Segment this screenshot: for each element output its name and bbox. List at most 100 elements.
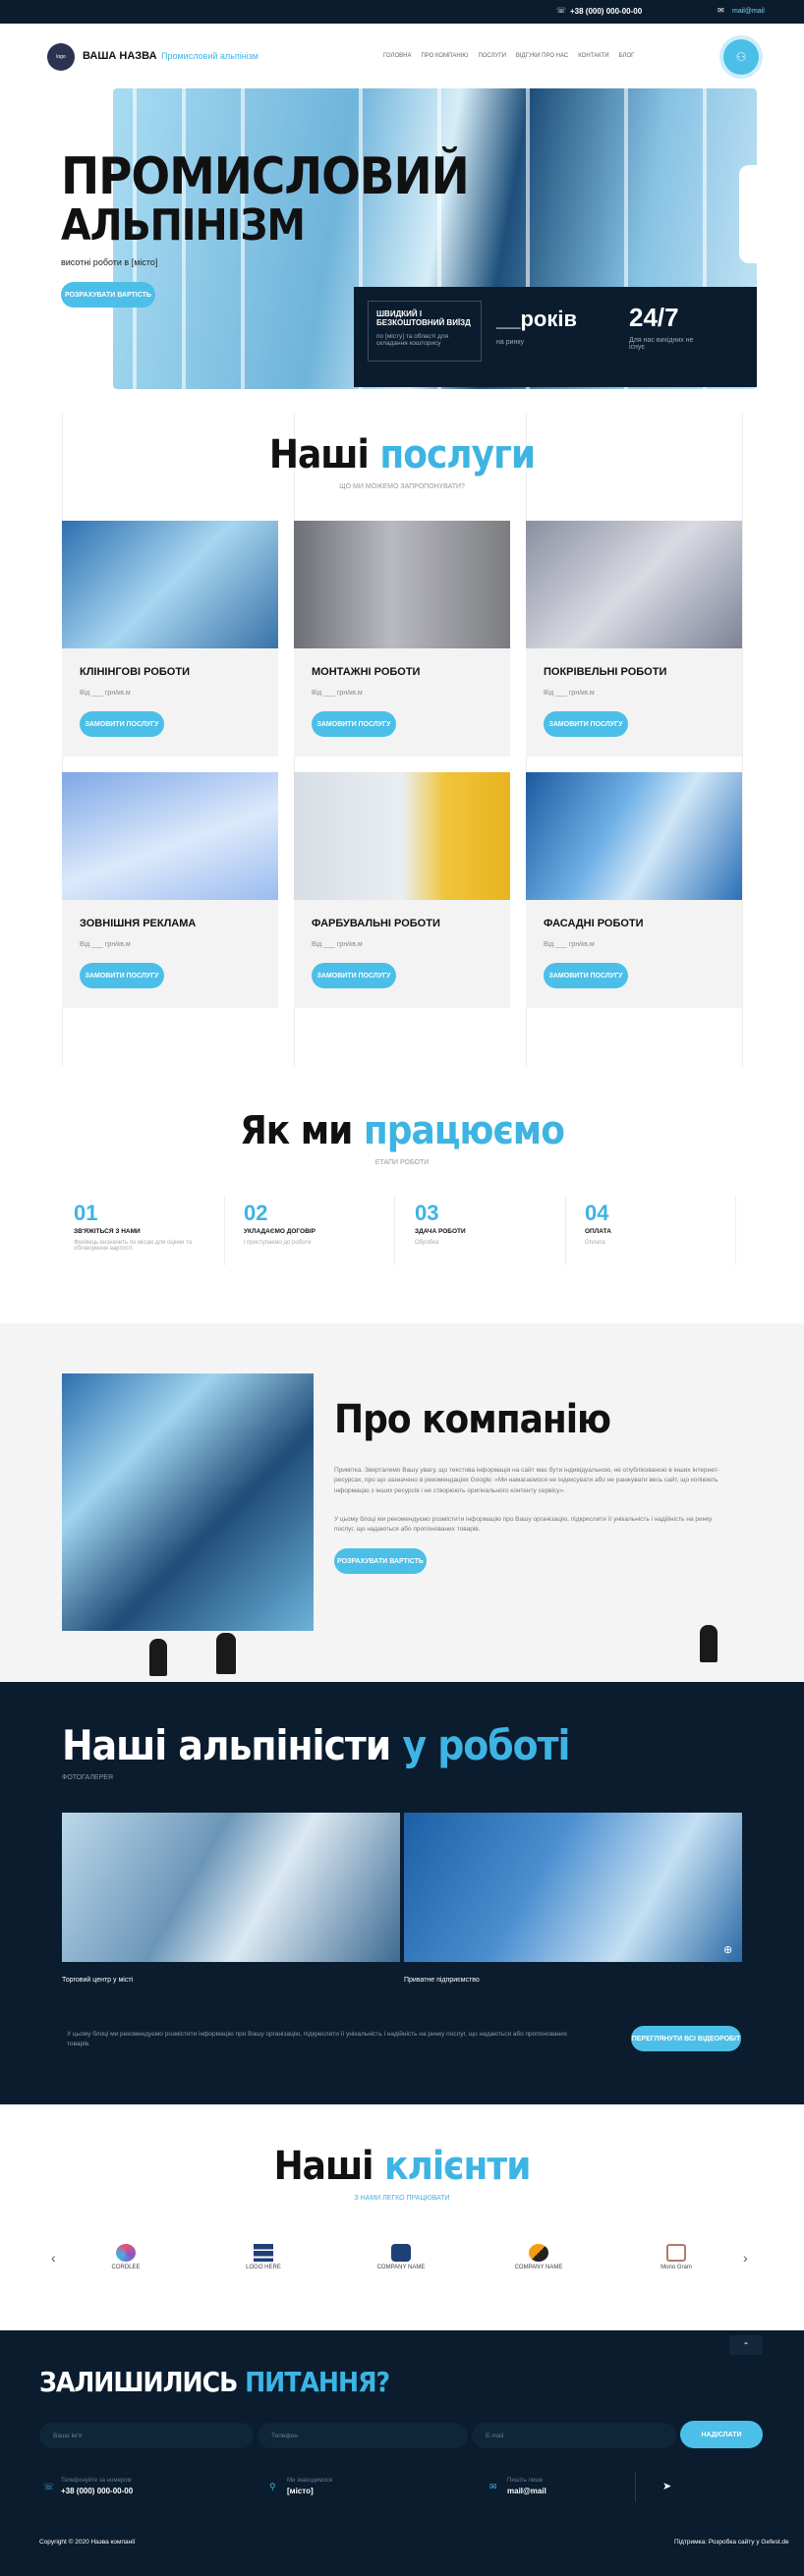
name-input[interactable]: Ваше ім'я: [39, 2423, 254, 2448]
hero-subtitle: висотні роботи в [місто]: [61, 257, 158, 267]
mail-icon: ✉: [718, 6, 724, 15]
climber-silhouette-icon: [216, 1633, 236, 1674]
process-step: 04 ОПЛАТА Оплата: [573, 1197, 736, 1265]
about-text: Примітка. Зверталемо Вашу увагу, що текс…: [334, 1467, 719, 1494]
service-card: ФАРБУВАЛЬНІ РОБОТИ Від ___ грн/кв.м ЗАМО…: [294, 772, 510, 1008]
chevron-left-icon[interactable]: ‹: [51, 2250, 56, 2266]
service-name: ПОКРІВЕЛЬНІ РОБОТИ: [544, 666, 667, 678]
about-cta-button[interactable]: РОЗРАХУВАТИ ВАРТІСТЬ: [334, 1548, 427, 1574]
copyright: Copyright © 2020 Назва компанії: [39, 2539, 136, 2546]
logo[interactable]: logo: [47, 43, 75, 71]
footer-title: ЗАЛИШИЛИСЬ ПИТАННЯ?: [39, 2366, 390, 2398]
client-logo: LOGO HERE: [224, 2244, 303, 2283]
chevron-right-icon[interactable]: ›: [743, 2250, 748, 2266]
top-bar: ☏ +38 (000) 000-00-00 ✉ mail@mail: [0, 0, 804, 24]
service-card: КЛІНІНГОВІ РОБОТИ Від ___ грн/кв.м ЗАМОВ…: [62, 521, 278, 756]
client-logo: Mono Gram: [637, 2244, 716, 2283]
contact-label: Пишіть лише: [507, 2478, 544, 2484]
gallery-subtitle: ФОТОГАЛЕРЕЯ: [62, 1774, 113, 1781]
service-card: МОНТАЖНІ РОБОТИ Від ___ грн/кв.м ЗАМОВИТ…: [294, 521, 510, 756]
services-subtitle: ЩО МИ МОЖЕМО ЗАПРОПОНУВАТИ?: [339, 483, 465, 490]
services-title: Наші послуги: [0, 432, 804, 477]
hours-text: Для нас вихідних не існує: [629, 337, 694, 351]
hero-title-line2: АЛЬПІНІЗМ: [61, 200, 306, 251]
step-number: 03: [415, 1201, 439, 1225]
about-title: Про компанію: [334, 1397, 611, 1442]
zoom-icon[interactable]: ⊕: [723, 1943, 732, 1956]
step-desc: Фахівець визначить по місцю для оцінки т…: [74, 1240, 193, 1252]
gallery-view-all-button[interactable]: ПЕРЕГЛЯНУТИ ВСІ ВІДЕОРОБІТ: [631, 2026, 741, 2051]
process-title-plain: Як ми: [240, 1108, 353, 1153]
process-title-accent: працюємо: [363, 1108, 565, 1153]
contact-value[interactable]: +38 (000) 000-00-00: [61, 2487, 133, 2495]
developer-link[interactable]: Підтримка: Розробка сайту у Gefest.de: [674, 2539, 789, 2546]
nav-item-blog[interactable]: БЛОГ: [619, 53, 635, 59]
process-title: Як ми працюємо: [0, 1108, 804, 1153]
topbar-email[interactable]: mail@mail: [732, 8, 765, 15]
clients-title-plain: Наші: [273, 2144, 374, 2189]
service-price: Від ___ грн/кв.м: [312, 941, 363, 948]
order-service-button[interactable]: ЗАМОВИТИ ПОСЛУГУ: [312, 963, 396, 988]
step-desc: Оплата: [585, 1240, 605, 1246]
brand-name: ВАША НАЗВА: [83, 50, 157, 62]
footer-title-accent: ПИТАННЯ?: [245, 2366, 390, 2398]
contact-phone: Телефонуйте за номером +38 (000) 000-00-…: [61, 2478, 133, 2495]
gallery-title-plain: Наші альпіністи: [62, 1721, 391, 1769]
service-name: ФАСАДНІ РОБОТИ: [544, 918, 644, 929]
about-image: [62, 1373, 314, 1631]
service-price: Від ___ грн/кв.м: [544, 690, 595, 697]
service-image: [294, 772, 510, 900]
service-card: ФАСАДНІ РОБОТИ Від ___ грн/кв.м ЗАМОВИТИ…: [526, 772, 742, 1008]
client-logo-name: Mono Gram: [660, 2265, 692, 2270]
process-subtitle: ЕТАПИ РОБОТИ: [374, 1159, 430, 1166]
service-image: [62, 521, 278, 648]
telegram-icon[interactable]: ➤: [662, 2480, 671, 2492]
client-logo: CORDLEE: [86, 2244, 165, 2283]
scroll-top-icon[interactable]: ⌃: [729, 2335, 763, 2355]
order-service-button[interactable]: ЗАМОВИТИ ПОСЛУГУ: [544, 711, 628, 737]
send-button[interactable]: НАДІСЛАТИ: [680, 2421, 763, 2448]
contact-email: Пишіть лише mail@mail: [507, 2478, 546, 2495]
service-name: КЛІНІНГОВІ РОБОТИ: [80, 666, 190, 678]
feature-text: по [місту] та області для складання кошт…: [376, 333, 449, 347]
order-service-button[interactable]: ЗАМОВИТИ ПОСЛУГУ: [312, 711, 396, 737]
service-name: МОНТАЖНІ РОБОТИ: [312, 666, 421, 678]
gallery-image[interactable]: [62, 1813, 400, 1962]
step-title: ЗВ'ЯЖІТЬСЯ З НАМИ: [74, 1228, 141, 1235]
step-number: 02: [244, 1201, 268, 1225]
order-service-button[interactable]: ЗАМОВИТИ ПОСЛУГУ: [80, 963, 164, 988]
phone-icon: ☏: [556, 6, 567, 15]
climber-silhouette-icon: [700, 1625, 718, 1662]
user-icon[interactable]: ⚇: [723, 39, 759, 75]
process-step: 01 ЗВ'ЯЖІТЬСЯ З НАМИ Фахівець визначить …: [62, 1197, 225, 1265]
gallery-image[interactable]: [404, 1813, 742, 1962]
climber-silhouette-icon: [149, 1639, 167, 1676]
phone-input[interactable]: Телефон: [258, 2423, 468, 2448]
order-service-button[interactable]: ЗАМОВИТИ ПОСЛУГУ: [544, 963, 628, 988]
services-title-accent: послуги: [379, 432, 536, 477]
email-input[interactable]: E-mail: [472, 2423, 676, 2448]
hero-cta-button[interactable]: РОЗРАХУВАТИ ВАРТІСТЬ: [61, 282, 155, 308]
service-image: [62, 772, 278, 900]
service-card: ПОКРІВЕЛЬНІ РОБОТИ Від ___ грн/кв.м ЗАМО…: [526, 521, 742, 756]
years-text: на ринку: [496, 339, 525, 346]
client-logo-name: CORDLEE: [111, 2265, 141, 2270]
nav-item-services[interactable]: ПОСЛУГИ: [478, 53, 505, 59]
nav-item-home[interactable]: ГОЛОВНА: [383, 53, 411, 59]
nav-item-reviews[interactable]: ВІДГУКИ ПРО НАС: [516, 53, 568, 59]
step-title: УКЛАДАЄМО ДОГОВІР: [244, 1228, 316, 1235]
service-name: ЗОВНІШНЯ РЕКЛАМА: [80, 918, 197, 929]
nav-item-contacts[interactable]: КОНТАКТИ: [578, 53, 608, 59]
service-image: [526, 772, 742, 900]
clients-subtitle: З НАМИ ЛЕГКО ПРАЦЮВАТИ: [354, 2195, 450, 2202]
order-service-button[interactable]: ЗАМОВИТИ ПОСЛУГУ: [80, 711, 164, 737]
service-price: Від ___ грн/кв.м: [80, 941, 131, 948]
main-nav: ГОЛОВНА ПРО КОМПАНІЮ ПОСЛУГИ ВІДГУКИ ПРО…: [383, 53, 634, 59]
gallery-caption: Торговий центр у місті: [62, 1977, 134, 1984]
topbar-phone[interactable]: +38 (000) 000-00-00: [570, 7, 642, 16]
nav-item-about[interactable]: ПРО КОМПАНІЮ: [421, 53, 468, 59]
client-logo-name: COMPANY NAME: [376, 2265, 426, 2270]
contact-value[interactable]: mail@mail: [507, 2487, 546, 2495]
side-tab[interactable]: [739, 165, 804, 263]
years-value: __років: [496, 307, 577, 331]
